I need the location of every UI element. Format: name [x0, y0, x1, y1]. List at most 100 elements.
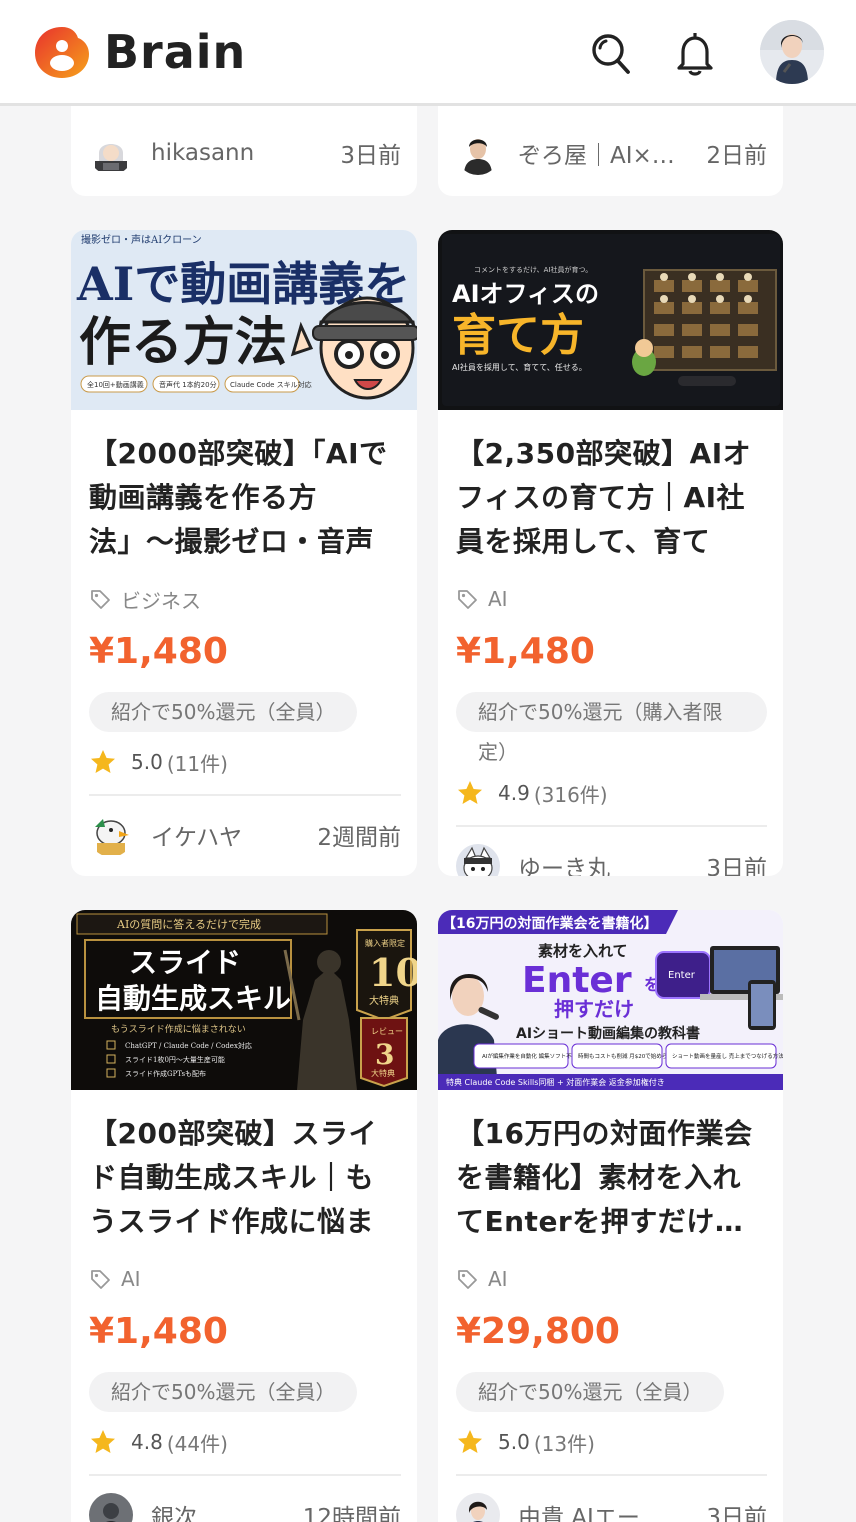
author-row[interactable]: 銀次 12時間前	[89, 1476, 401, 1522]
product-category[interactable]: AI	[89, 1264, 401, 1294]
thumb-tagline: 撮影ゼロ・声はAIクローン	[81, 233, 202, 246]
user-avatar[interactable]	[760, 20, 824, 84]
product-rating: 4.8 (44件)	[89, 1424, 401, 1460]
referral-badge: 紹介で50%還元（全員）	[456, 1372, 725, 1412]
star-icon	[91, 1430, 115, 1453]
rating-count: (11件)	[166, 751, 228, 776]
author-avatar	[456, 844, 500, 876]
author-row[interactable]: イケハヤ 2週間前	[89, 796, 401, 874]
brain-logo-mark	[35, 27, 89, 78]
badge-label: 大特典	[369, 994, 399, 1007]
product-card[interactable]: 【16万円の対面作業会を書籍化】 素材を入れて Enter を 押すだけ AIシ…	[438, 910, 783, 1522]
thumb-line: 押すだけ	[554, 997, 634, 1021]
author-row[interactable]: 由貴 AIエー… 3日前	[456, 1476, 767, 1522]
thumb-line: AIショート動画編集の教科書	[516, 1025, 700, 1042]
author-avatar	[89, 813, 133, 857]
thumb-tagline: AIの質問に答えるだけで完成	[116, 917, 261, 931]
author-row[interactable]: ぞろ屋｜AI×… 2日前	[456, 114, 767, 192]
product-price: ¥1,480	[89, 631, 228, 672]
product-rating: 4.9 (316件)	[456, 775, 767, 811]
thumb-banner: 【16万円の対面作業会を書籍化】	[442, 915, 657, 932]
category-label: AI	[121, 1267, 141, 1291]
referral-badge: 紹介で50%還元（全員）	[89, 692, 358, 732]
star-icon	[91, 750, 115, 773]
thumb-footer: 特典 Claude Code Skills同梱 + 対面作業会 返金参加権付き	[446, 1077, 665, 1087]
author-avatar	[89, 1493, 133, 1522]
thumb-chip: Claude Code スキル対応	[230, 380, 312, 389]
product-category[interactable]: ビジネス	[89, 584, 401, 614]
product-category[interactable]: AI	[456, 1264, 767, 1294]
thumb-list-item: ChatGPT / Claude Code / Codex対応	[125, 1041, 252, 1050]
key-label: Enter	[668, 970, 696, 981]
author-name: hikasann	[151, 140, 255, 166]
product-category[interactable]: AI	[456, 584, 767, 614]
thumb-headline-2: 育て方	[452, 310, 584, 361]
product-thumbnail[interactable]: AIの質問に答えるだけで完成 スライド 自動生成スキル もうスライド作成に悩まさ…	[71, 910, 417, 1090]
tag-icon	[458, 590, 477, 609]
badge-label: 大特典	[371, 1068, 395, 1078]
post-time: 2日前	[706, 143, 767, 169]
thumb-headline-2: 自動生成スキル	[95, 982, 291, 1015]
post-time: 2週間前	[317, 825, 401, 851]
product-card-top-left[interactable]: hikasann 3日前	[71, 96, 417, 196]
product-card[interactable]: AIの質問に答えるだけで完成 スライド 自動生成スキル もうスライド作成に悩まさ…	[71, 910, 417, 1522]
post-time: 3日前	[706, 856, 767, 876]
author-avatar	[456, 1493, 500, 1522]
thumb-line: 素材を入れて	[538, 942, 628, 960]
thumb-list-item: スライド作成GPTsも配布	[125, 1069, 206, 1078]
author-avatar	[89, 131, 133, 175]
product-price: ¥1,480	[89, 1311, 228, 1352]
rating-count: (13件)	[533, 1431, 595, 1456]
thumb-tagline: コメントをするだけ、AI社員が育つ。	[474, 265, 592, 274]
referral-badge: 紹介で50%還元（全員）	[89, 1372, 358, 1412]
thumb-headline-1: スライド	[129, 946, 241, 979]
bonus-badges: 購入者限定 10 大特典 レビュー 3 大特典	[356, 929, 417, 1088]
brain-logo-text: Brain	[104, 25, 247, 79]
enter-key-illustration: Enter	[655, 951, 711, 999]
rating-value: 5.0	[498, 1430, 530, 1454]
thumb-enter: Enter	[522, 960, 632, 1001]
thumb-feature: ショート動画を量産し 売上までつなげる方法	[672, 1052, 783, 1060]
thumb-feature: 時間もコストも削減 月$20で始められる	[578, 1052, 678, 1060]
post-time: 3日前	[706, 1505, 767, 1522]
product-title[interactable]: 【2000部突破】「AIで動画講義を作る方法」〜撮影ゼロ・音声代は1…	[89, 432, 401, 564]
product-rating: 5.0 (13件)	[456, 1424, 767, 1460]
search-icon[interactable]	[588, 28, 634, 78]
thumb-headline-2: 作る方法	[79, 312, 287, 373]
product-card[interactable]: 撮影ゼロ・声はAIクローン AIで動画講義を 作る方法 全10回+動画講義 音声…	[71, 230, 417, 876]
product-thumbnail[interactable]: 撮影ゼロ・声はAIクローン AIで動画講義を 作る方法 全10回+動画講義 音声…	[71, 230, 417, 410]
post-time: 3日前	[340, 143, 401, 169]
thumb-caption: AI社員を採用して、育てて、任せる。	[452, 362, 587, 372]
tag-icon	[91, 1270, 110, 1289]
badge-number: 3	[375, 1038, 394, 1071]
tag-icon	[91, 590, 110, 609]
referral-badge: 紹介で50%還元（購入者限定）	[456, 692, 767, 764]
badge-top: 購入者限定	[365, 938, 405, 948]
rating-count: (44件)	[166, 1431, 228, 1456]
author-row[interactable]: ゆーき丸 3日前	[456, 827, 767, 876]
thumb-headline-1: AIオフィスの	[452, 280, 599, 308]
product-card-top-right[interactable]: ぞろ屋｜AI×… 2日前	[438, 96, 783, 196]
product-card[interactable]: コメントをするだけ、AI社員が育つ。 AIオフィスの 育て方 AI社員を採用して…	[438, 230, 783, 876]
product-title[interactable]: 【16万円の対面作業会を書籍化】素材を入れてEnterを押すだけ…	[456, 1112, 767, 1244]
thumb-feature: AIが編集作業を自動化 編集ソフト不要！	[482, 1052, 583, 1060]
office-illustration	[632, 269, 777, 386]
category-label: AI	[488, 1267, 508, 1291]
product-title[interactable]: 【200部突破】スライド自動生成スキル｜もうスライド作成に悩まさ…	[89, 1112, 401, 1244]
product-title[interactable]: 【2,350部突破】AIオフィスの育て方｜AI社員を採用して、育てて、…	[456, 432, 767, 564]
author-name: イケハヤ	[151, 825, 243, 851]
author-name: 由貴 AIエー…	[518, 1505, 663, 1522]
bell-icon[interactable]	[672, 28, 718, 78]
product-price: ¥1,480	[456, 631, 595, 672]
thumb-list-item: スライド1枚0円〜大量生産可能	[125, 1055, 225, 1064]
category-label: AI	[488, 587, 508, 611]
tag-icon	[458, 1270, 477, 1289]
product-thumbnail[interactable]: コメントをするだけ、AI社員が育つ。 AIオフィスの 育て方 AI社員を採用して…	[438, 230, 783, 410]
brain-logo[interactable]: Brain	[32, 24, 246, 80]
product-price: ¥29,800	[456, 1311, 620, 1352]
category-label: ビジネス	[121, 588, 201, 613]
star-icon	[458, 1430, 482, 1453]
author-name: ゆーき丸	[518, 856, 610, 876]
author-row[interactable]: hikasann 3日前	[89, 114, 401, 192]
product-thumbnail[interactable]: 【16万円の対面作業会を書籍化】 素材を入れて Enter を 押すだけ AIシ…	[438, 910, 783, 1090]
